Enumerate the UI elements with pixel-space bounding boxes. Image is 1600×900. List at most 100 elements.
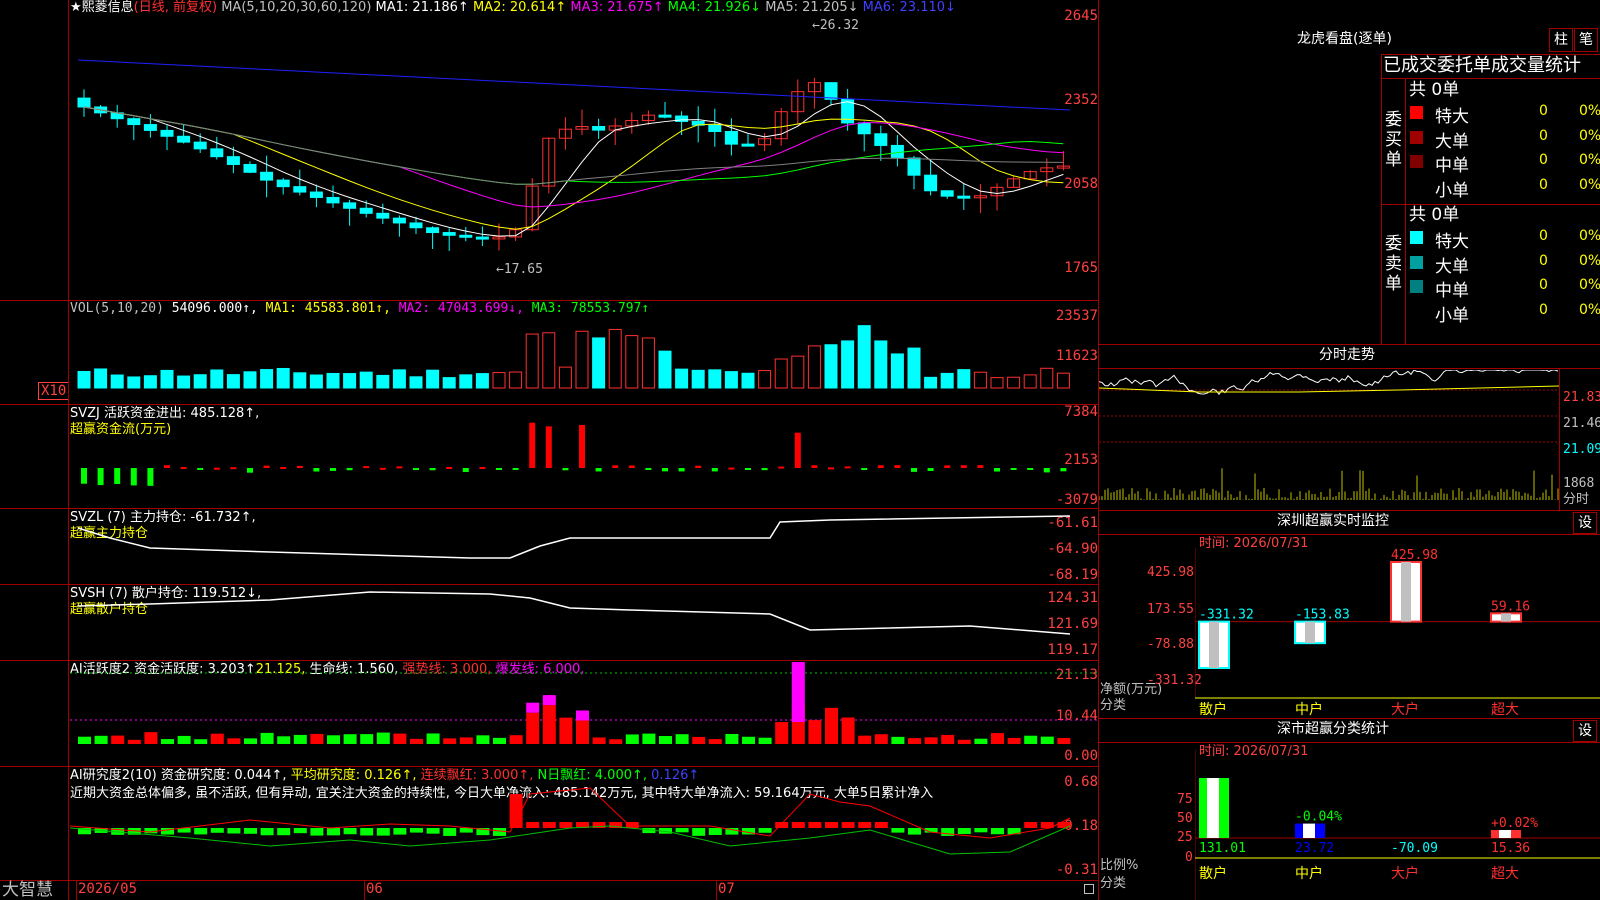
sell-swatch (1410, 231, 1423, 244)
candle-body (724, 131, 738, 145)
research-bar (260, 828, 274, 836)
stats-pct-label: -0.04% (1295, 810, 1342, 825)
flow-bar (396, 466, 403, 469)
stats-bar-chart: 131.01 散户 23.72 -0.04% 中户 -70.09 大户 15.36 +0.02%… (1195, 750, 1600, 900)
activity-bar (957, 739, 971, 744)
candle-body (924, 174, 938, 192)
svzl-panel[interactable]: SVZL (7) 主力持仓: -61.732↑, 超赢主力持仓 -61.61 -… (0, 508, 1098, 584)
flow-bar (728, 467, 735, 470)
flow-bar (147, 468, 154, 486)
activity-bar (924, 737, 938, 744)
vol-unit-label: X10 (38, 382, 70, 400)
volume-bar (841, 340, 855, 389)
monitor-y-label: 173.55 (1147, 602, 1194, 617)
research-bar (343, 828, 357, 835)
volume-bar (392, 369, 406, 389)
stats-bar-shade (1499, 830, 1511, 838)
research-bar (410, 828, 423, 833)
volume-bar (243, 371, 257, 389)
research-bar (376, 828, 390, 836)
volume-bar (475, 373, 489, 389)
research-bar (692, 828, 706, 836)
flow-bar (479, 466, 486, 469)
sell-name: 小单 (1435, 305, 1469, 326)
buy-total: 共 0单 (1409, 80, 1460, 100)
monitor-axis-label: 分类 (1100, 698, 1127, 713)
research-bar (210, 828, 224, 833)
research-bar (393, 828, 407, 835)
volume-panel[interactable]: VOL(5,10,20) 54096.000↑, MA1: 45583.801↑… (0, 300, 1098, 404)
sell-pct: 0% (1579, 252, 1600, 269)
activity-bar (874, 734, 888, 744)
sell-count: 0 (1539, 301, 1548, 318)
volume-bar (226, 374, 240, 389)
flow-bar (247, 468, 253, 473)
monitor-settings-button[interactable]: 设 (1573, 512, 1597, 534)
candle-body (243, 163, 257, 173)
volume-bar (127, 376, 141, 389)
activity-bar (509, 735, 523, 744)
activity-bar (1007, 737, 1021, 744)
flow-bar (861, 468, 868, 470)
svsh-panel[interactable]: SVSH (7) 散户持仓: 119.512↓, 超赢散户持仓 124.31 1… (0, 584, 1098, 660)
sell-row: 中单 0 0% (1405, 276, 1600, 301)
volume-bar (874, 340, 888, 389)
activity-bar (974, 738, 988, 744)
volume-bar (509, 371, 523, 389)
research-bar (974, 828, 988, 833)
volume-bar (890, 353, 904, 389)
ai-active-panel[interactable]: AI活跃度2 资金活跃度: 3.203↑21.125, 生命线: 1.560, … (0, 660, 1100, 766)
stats-axis-label: 比例% (1100, 858, 1139, 873)
sell-count: 0 (1539, 277, 1548, 293)
stats-value-label: 131.01 (1199, 841, 1246, 856)
monitor-axis-label: 净额(万元) (1100, 682, 1163, 697)
research-bar (908, 828, 921, 835)
buy-pct: 0% (1579, 103, 1600, 119)
lhb-title: 龙虎看盘(逐单) (1297, 31, 1392, 47)
activity-bar (775, 722, 789, 744)
stats-settings-button[interactable]: 设 (1573, 720, 1597, 742)
activity-bar (592, 737, 606, 744)
tab-tick[interactable]: 笔 (1574, 28, 1598, 52)
volume-bar (525, 333, 539, 389)
ai-research-panel[interactable]: AI研究度2(10) 资金研究度: 0.044↑, 平均研究度: 0.126↑,… (0, 766, 1098, 880)
kline-panel[interactable]: ★熙菱信息(日线, 前复权) MA(5,10,20,30,60,120) MA1… (0, 0, 1098, 300)
flow-bar (1010, 468, 1017, 470)
activity-bar (426, 733, 440, 744)
sell-count: 0 (1539, 252, 1548, 269)
lock-icon[interactable] (1084, 884, 1094, 894)
buy-count: 0 (1539, 127, 1548, 144)
buy-pct: 0% (1579, 127, 1600, 144)
sell-count: 0 (1539, 228, 1548, 244)
candle-body (376, 212, 390, 219)
volume-bar (741, 372, 755, 389)
volume-bar (343, 373, 357, 389)
research-bar (758, 828, 772, 833)
svzj-panel[interactable]: SVZJ 活跃资金进出: 485.128↑, 超赢资金流(万元) 7384 21… (0, 404, 1098, 508)
kline-chart[interactable] (70, 0, 1100, 300)
candle-body (409, 222, 423, 229)
buy-swatch (1410, 106, 1423, 119)
brand-label[interactable]: 大智慧 (2, 881, 53, 900)
research-bar (277, 828, 291, 836)
candle-body (343, 202, 357, 209)
volume-bar (143, 375, 157, 389)
research-bar (459, 828, 473, 833)
research-bar (825, 822, 838, 828)
flow-bar (164, 465, 170, 468)
activity-bar (244, 738, 257, 744)
candle-body (957, 195, 971, 199)
volume-bar (459, 374, 473, 389)
activity-bar (376, 732, 390, 744)
tab-bar-chart[interactable]: 柱 (1549, 28, 1573, 52)
svzl-chart (77, 515, 1071, 559)
flow-bar (811, 465, 818, 468)
activity-bar (177, 735, 191, 744)
monitor-value-label: -153.83 (1295, 608, 1350, 623)
buy-row: 大单 0 0% (1405, 127, 1600, 152)
fenshi-chart[interactable] (1099, 370, 1559, 510)
volume-bar (774, 358, 788, 389)
activity-bar (459, 737, 473, 744)
candle-body (260, 171, 274, 181)
ma-line (77, 59, 1071, 111)
